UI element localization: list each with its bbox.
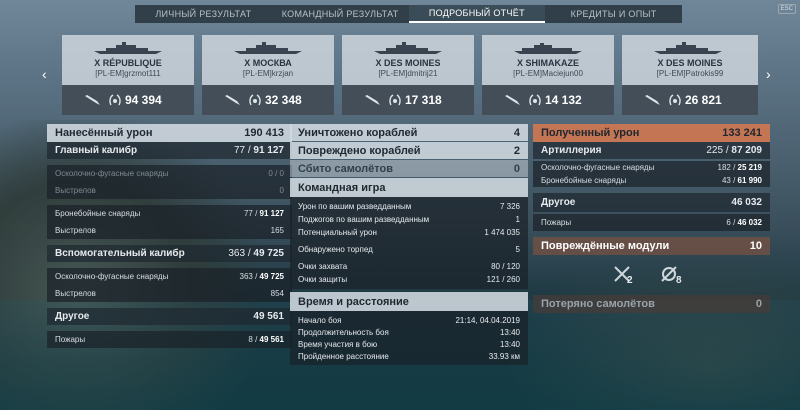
shell-icon	[85, 95, 100, 105]
damage-value: 94 394	[125, 93, 162, 107]
laurel-icon	[249, 94, 261, 106]
damage-value: 17 318	[405, 93, 442, 107]
other-damage-row: Другое 49 561	[47, 308, 292, 325]
planes-lost-row: Потеряно самолётов 0	[533, 295, 770, 313]
battle-duration-row: Продолжительность боя 13:40	[298, 327, 520, 337]
shell-icon	[645, 95, 660, 105]
damage-received-panel: Полученный урон 133 241 Артиллерия 225 / 8…	[533, 124, 770, 313]
main-battery-row: Главный калибр 77 / 91 127	[47, 142, 292, 159]
secondary-shots-row: Выстрелов 854	[47, 285, 292, 302]
damaged-modules-header: Повреждённые модули 10	[533, 237, 770, 255]
player-name: [PL-EM]grzmot111	[95, 69, 161, 78]
capture-points-row: Очки захвата 80 / 120	[298, 262, 520, 271]
card-footer: 14 132	[482, 85, 614, 115]
planes-shot-row: Сбито самолётов 0	[290, 160, 528, 177]
artillery-row: Артиллерия 225 / 87 209	[533, 142, 770, 159]
card-footer: 32 348	[202, 85, 334, 115]
secondary-battery-row: Вспомогательный калибр 363 / 49 725	[47, 245, 292, 262]
player-card[interactable]: X DES MOINES [PL-EM]Patrokis99 26 821	[622, 35, 758, 115]
ap-shells-row: Бронебойные снаряды 77 / 91 127	[47, 205, 292, 222]
ship-name: X DES MOINES	[657, 58, 723, 68]
module-count-b: 8	[676, 275, 682, 286]
player-card[interactable]: X RÉPUBLIQUE [PL-EM]grzmot111 94 394	[62, 35, 194, 115]
defense-points-row: Очки защиты 121 / 260	[298, 275, 520, 284]
player-name: [PL-EM]dmitrij21	[378, 69, 438, 78]
ship-name: X SHIMAKAZE	[516, 58, 579, 68]
laurel-icon	[529, 94, 541, 106]
ship-name: X DES MOINES	[375, 58, 441, 68]
damage-value: 14 132	[545, 93, 582, 107]
participation-time-row: Время участия в бою 13:40	[298, 339, 520, 349]
torpedo-icon	[505, 95, 520, 105]
module-count-a: 2	[627, 275, 633, 286]
ship-name: X RÉPUBLIQUE	[94, 58, 162, 68]
card-footer: 94 394	[62, 85, 194, 115]
received-other-row: Другое 46 032	[533, 193, 770, 212]
fires-row: Пожары 8 / 49 561	[47, 331, 292, 348]
spotting-damage-row: Урон по вашим разведданным 7 326	[298, 202, 520, 211]
shell-icon	[365, 95, 380, 105]
tab-detailed-report[interactable]: ПОДРОБНЫЙ ОТЧЁТ	[408, 5, 546, 23]
tab-bar: ЛИЧНЫЙ РЕЗУЛЬТАТ КОМАНДНЫЙ РЕЗУЛЬТАТ ПОД…	[135, 5, 682, 23]
received-he-row: Осколочно-фугасные снаряды 182 / 25 219	[533, 161, 770, 174]
player-card[interactable]: X DES MOINES [PL-EM]dmitrij21 17 318	[342, 35, 474, 115]
damage-value: 26 821	[685, 93, 722, 107]
player-card[interactable]: X МОСКВА [PL-EM]krzjan 32 348	[202, 35, 334, 115]
modules-icons: 2 8	[533, 255, 770, 295]
tab-personal[interactable]: ЛИЧНЫЙ РЕЗУЛЬТАТ	[135, 5, 272, 23]
ship-silhouette-icon	[374, 42, 442, 54]
card-footer: 17 318	[342, 85, 474, 115]
distance-row: Пройденное расстояние 33.93 км	[298, 351, 520, 361]
damage-dealt-header: Нанесённый урон 190 413	[47, 124, 292, 142]
battle-start-row: Начало боя 21:14, 04.04.2019	[298, 315, 520, 325]
damage-value: 32 348	[265, 93, 302, 107]
ship-silhouette-icon	[234, 42, 302, 54]
spotting-fires-row: Поджогов по вашим разведданным 1	[298, 215, 520, 224]
ship-silhouette-icon	[94, 42, 162, 54]
next-arrow-icon[interactable]: ›	[766, 66, 771, 82]
received-ap-row: Бронебойные снаряды 43 / 61 990	[533, 174, 770, 187]
card-footer: 26 821	[622, 85, 758, 115]
shell-icon	[225, 95, 240, 105]
ships-destroyed-row: Уничтожено кораблей 4	[290, 124, 528, 141]
tab-credits-xp[interactable]: КРЕДИТЫ И ОПЫТ	[545, 5, 682, 23]
ship-silhouette-icon	[514, 43, 582, 54]
player-name: [PL-EM]krzjan	[242, 69, 294, 78]
potential-damage-row: Потенциальный урон 1 474 035	[298, 228, 520, 237]
secondary-he-row: Осколочно-фугасные снаряды 363 / 49 725	[47, 268, 292, 285]
damage-received-header: Полученный урон 133 241	[533, 124, 770, 142]
laurel-icon	[669, 94, 681, 106]
ship-silhouette-icon	[654, 42, 722, 54]
laurel-icon	[109, 94, 121, 106]
ships-damaged-row: Повреждено кораблей 2	[290, 142, 528, 159]
battle-stats-panel: Уничтожено кораблей 4 Повреждено кораблей…	[290, 124, 528, 365]
ap-shots-row: Выстрелов 165	[47, 222, 292, 239]
damage-dealt-panel: Нанесённый урон 190 413 Главный калибр 77 …	[47, 124, 292, 348]
he-shells-row: Осколочно-фугасные снаряды 0 / 0	[47, 165, 292, 182]
player-name: [PL-EM]Patrokis99	[656, 69, 724, 78]
esc-button[interactable]: ESC	[777, 4, 796, 14]
prev-arrow-icon[interactable]: ‹	[42, 66, 47, 82]
received-fires-row: Пожары 6 / 46 032	[533, 214, 770, 231]
tab-team[interactable]: КОМАНДНЫЙ РЕЗУЛЬТАТ	[272, 5, 409, 23]
player-name: [PL-EM]Maciejun00	[513, 69, 583, 78]
ship-name: X МОСКВА	[244, 58, 292, 68]
time-distance-header: Время и расстояние	[290, 292, 528, 311]
teamplay-header: Командная игра	[290, 178, 528, 197]
player-card[interactable]: X SHIMAKAZE [PL-EM]Maciejun00 14 132	[482, 35, 614, 115]
he-shots-row: Выстрелов 0	[47, 182, 292, 199]
laurel-icon	[389, 94, 401, 106]
torpedoes-spotted-row: Обнаружено торпед 5	[298, 245, 520, 254]
